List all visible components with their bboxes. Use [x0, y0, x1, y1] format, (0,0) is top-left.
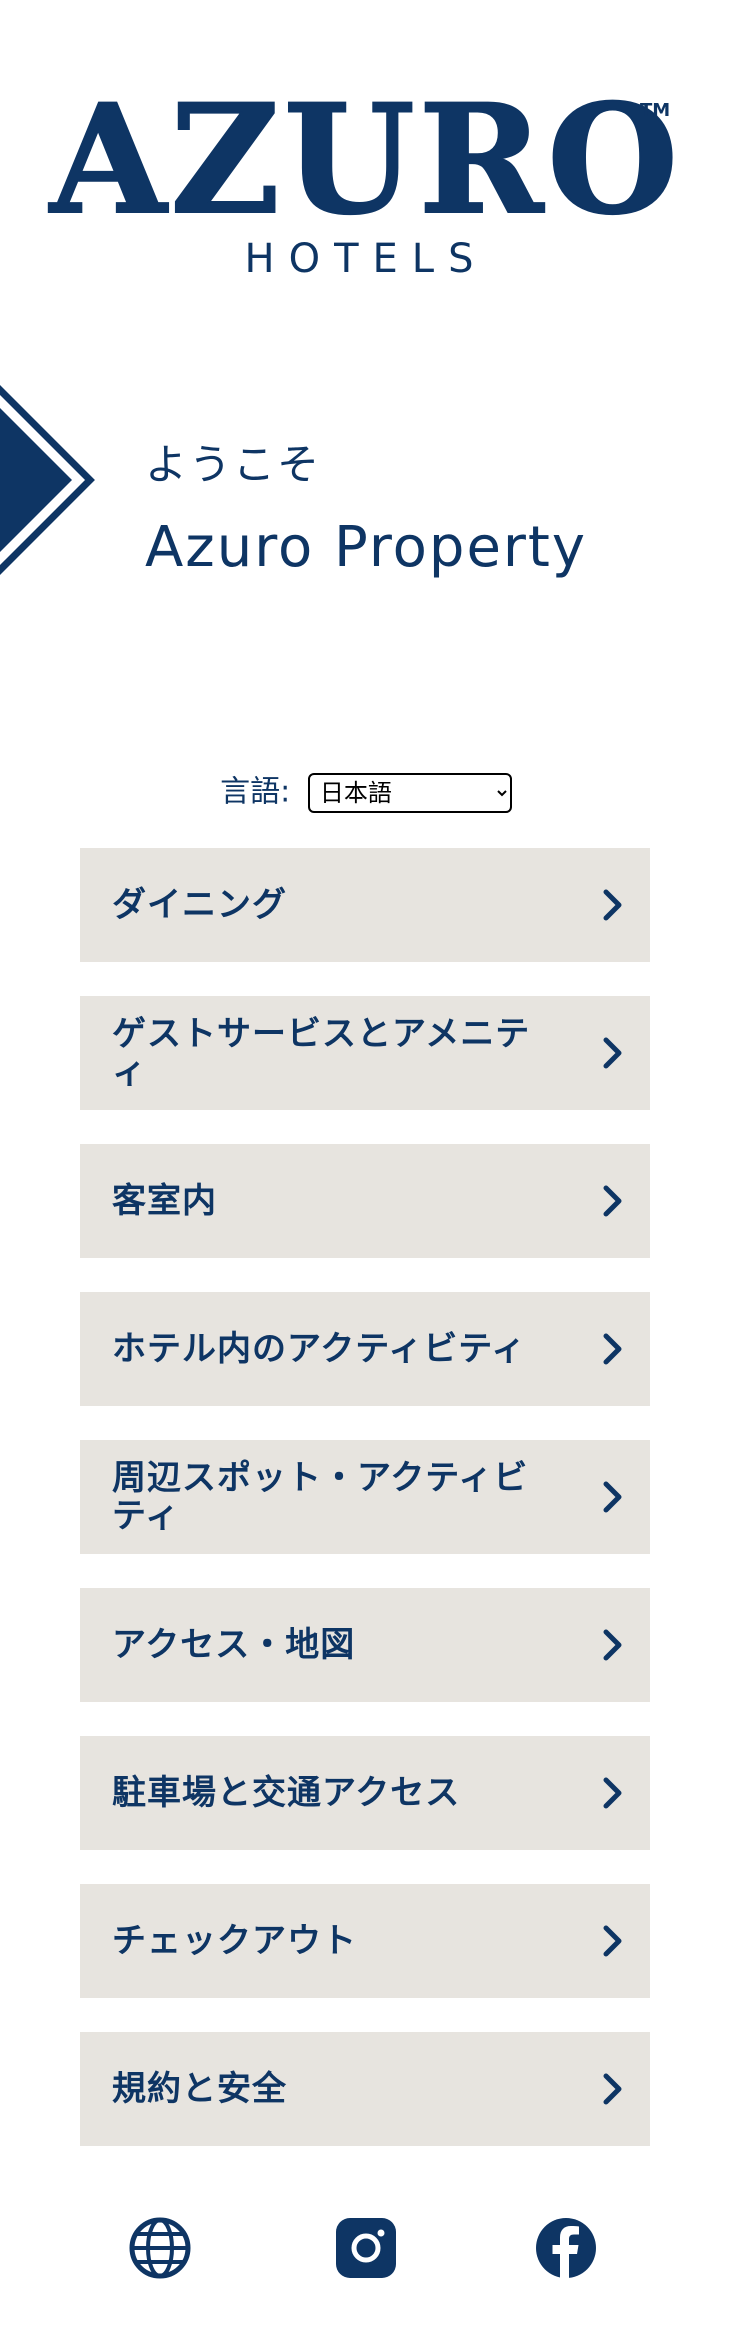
decorative-diamond-icon — [0, 385, 95, 575]
menu-item-access-map[interactable]: アクセス・地図 — [80, 1588, 650, 1702]
menu-item-label: 規約と安全 — [112, 2069, 287, 2109]
language-selector: 言語: 日本語 — [0, 772, 732, 813]
menu-item-label: 駐車場と交通アクセス — [112, 1773, 461, 1813]
chevron-right-icon — [603, 1333, 622, 1365]
chevron-right-icon — [603, 1037, 622, 1069]
logo-wordmark: AZURO — [48, 72, 682, 248]
welcome-greeting: ようこそ — [145, 440, 322, 489]
chevron-right-icon — [603, 889, 622, 921]
menu-item-dining[interactable]: ダイニング — [80, 848, 650, 962]
globe-icon[interactable] — [128, 2216, 192, 2280]
language-label: 言語: — [220, 774, 291, 810]
menu-item-guest-services[interactable]: ゲストサービスとアメニティ — [80, 996, 650, 1110]
azuro-hotels-logo: AZURO TM HOTELS — [47, 71, 682, 282]
menu-item-label: ゲストサービスとアメニティ — [112, 1014, 531, 1092]
menu-item-label: 客室内 — [112, 1181, 217, 1221]
menu-item-hotel-activities[interactable]: ホテル内のアクティビティ — [80, 1292, 650, 1406]
property-name: Azuro Property — [145, 515, 588, 580]
menu-item-label: 周辺スポット・アクティビティ — [112, 1458, 529, 1536]
menu-item-terms-safety[interactable]: 規約と安全 — [80, 2032, 650, 2146]
welcome-block: ようこそ Azuro Property — [145, 440, 587, 580]
facebook-icon[interactable] — [534, 2216, 598, 2280]
instagram-icon[interactable] — [334, 2216, 398, 2280]
chevron-right-icon — [603, 1481, 622, 1513]
menu-item-label: チェックアウト — [112, 1921, 357, 1961]
chevron-right-icon — [603, 1777, 622, 1809]
footer-links — [0, 2216, 732, 2280]
logo-subtitle: HOTELS — [245, 236, 488, 282]
menu-item-in-room[interactable]: 客室内 — [80, 1144, 650, 1258]
menu-item-label: ダイニング — [112, 885, 287, 925]
menu-item-label: ホテル内のアクティビティ — [112, 1329, 527, 1369]
language-select[interactable]: 日本語 — [307, 772, 512, 813]
main-menu: ダイニング ゲストサービスとアメニティ 客室内 ホテル内のアクティビティ 周辺ス… — [80, 848, 650, 2180]
menu-item-label: アクセス・地図 — [112, 1625, 356, 1665]
menu-item-nearby-spots[interactable]: 周辺スポット・アクティビティ — [80, 1440, 650, 1554]
chevron-right-icon — [603, 2073, 622, 2105]
logo-trademark: TM — [640, 100, 670, 121]
chevron-right-icon — [603, 1629, 622, 1661]
chevron-right-icon — [603, 1185, 622, 1217]
chevron-right-icon — [603, 1925, 622, 1957]
menu-item-parking-transport[interactable]: 駐車場と交通アクセス — [80, 1736, 650, 1850]
menu-item-checkout[interactable]: チェックアウト — [80, 1884, 650, 1998]
